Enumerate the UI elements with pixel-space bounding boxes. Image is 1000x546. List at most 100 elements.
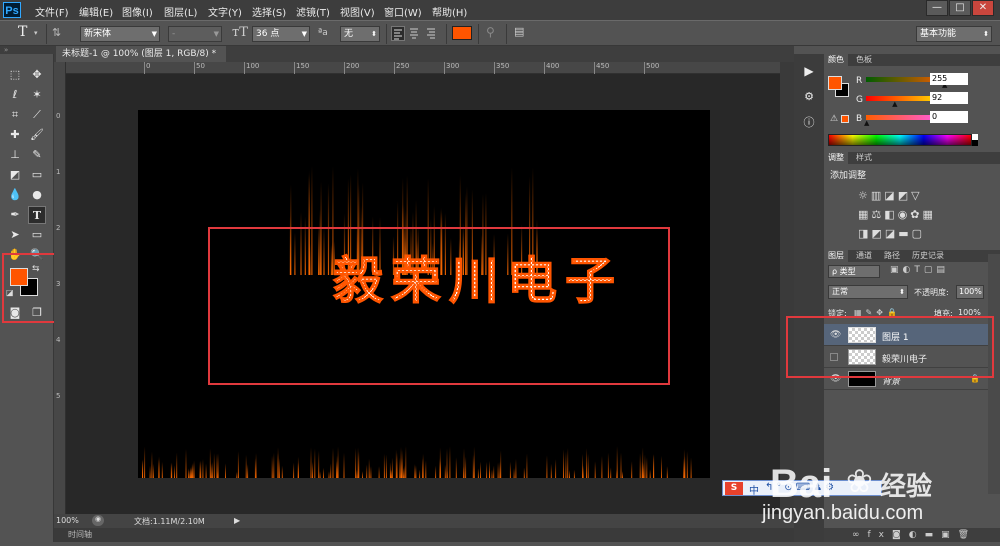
orientation-toggle-icon[interactable]: ⇅ <box>52 26 61 39</box>
document-tab[interactable]: 未标题-1 @ 100% (图层 1, RGB/8) * × <box>56 46 226 75</box>
text-color-swatch[interactable] <box>452 26 472 40</box>
color-spectrum-ramp[interactable] <box>828 134 972 146</box>
channel-slider-knob[interactable]: ▲ <box>892 101 897 108</box>
blur-tool-icon[interactable]: 💧 <box>6 186 24 204</box>
menu-view[interactable]: 视图(V) <box>340 4 375 19</box>
menu-image[interactable]: 图像(I) <box>122 4 153 19</box>
gamut-warning-icon[interactable]: ⚠ <box>830 114 838 124</box>
channel-value-g[interactable]: 92 <box>930 92 968 104</box>
foreground-color-swatch[interactable] <box>10 268 28 286</box>
maximize-button[interactable]: □ <box>949 0 971 16</box>
properties-icon[interactable]: ⚙ <box>798 90 820 108</box>
font-family-select[interactable]: 新宋体 ▼ <box>80 26 160 42</box>
eraser-icon[interactable]: ◩ <box>6 166 24 184</box>
channel-slider-knob[interactable]: ▲ <box>864 120 869 127</box>
selective-color-icon[interactable]: ▢ <box>912 227 925 240</box>
eyedropper-icon[interactable]: ⟋ <box>28 106 46 124</box>
new-layer-icon[interactable]: ▣ <box>941 530 958 540</box>
tool-preset-chevron-icon[interactable]: ▾ <box>34 29 38 37</box>
black-white-icon[interactable]: ◧ <box>884 208 897 221</box>
tab-styles[interactable]: 样式 <box>852 152 876 164</box>
channel-value-r[interactable]: 255 <box>930 73 968 85</box>
tab-adjustments[interactable]: 调整 <box>824 152 848 164</box>
menu-type[interactable]: 文字(Y) <box>208 4 242 19</box>
posterize-icon[interactable]: ◩ <box>871 227 884 240</box>
dodge-tool-icon[interactable]: ● <box>28 186 46 204</box>
ime-mode[interactable]: 中 <box>749 482 759 497</box>
align-right-button[interactable] <box>425 26 439 41</box>
spectrum-black[interactable] <box>972 140 978 146</box>
curves-icon[interactable]: ◪ <box>884 189 897 202</box>
clone-stamp-icon[interactable]: ⊥ <box>6 146 24 164</box>
brush-tool-icon[interactable]: 🖌 <box>28 126 46 144</box>
menu-help[interactable]: 帮助(H) <box>432 4 467 19</box>
play-action-icon[interactable]: ▶ <box>798 64 820 82</box>
vibrance-icon[interactable]: ▽ <box>911 189 922 202</box>
gamut-color-swatch[interactable] <box>841 115 849 123</box>
shape-tool-icon[interactable]: ▭ <box>28 226 46 244</box>
font-size-select[interactable]: 36 点 ▼ <box>252 26 310 42</box>
folder-icon[interactable]: ▬ <box>925 530 942 540</box>
color-lookup-icon[interactable]: ▦ <box>923 208 936 221</box>
tab-color[interactable]: 颜色 <box>824 54 848 66</box>
warp-text-icon[interactable]: ⚲ <box>486 25 495 39</box>
status-menu-arrow-icon[interactable]: ▶ <box>234 516 240 525</box>
minimize-button[interactable]: — <box>926 0 948 16</box>
opacity-input[interactable]: 100% <box>956 285 984 299</box>
antialias-select[interactable]: 无 ⬍ <box>340 26 380 42</box>
gradient-map-icon[interactable]: ▬ <box>898 227 911 240</box>
align-center-button[interactable] <box>408 26 422 41</box>
path-selection-icon[interactable]: ➤ <box>6 226 24 244</box>
type-tool-button-icon[interactable]: T <box>28 206 46 224</box>
close-window-button[interactable]: ✕ <box>972 0 994 16</box>
channel-mixer-icon[interactable]: ✿ <box>910 208 922 221</box>
invert-icon[interactable]: ◨ <box>858 227 871 240</box>
mask-icon[interactable]: ◙ <box>892 530 909 540</box>
color-fg-swatch[interactable] <box>828 76 842 90</box>
info-icon[interactable]: ⓘ <box>798 114 820 132</box>
channel-value-b[interactable]: 0 <box>930 111 968 123</box>
brightness-icon[interactable]: ☼ <box>858 189 871 202</box>
status-info-icon[interactable]: ◉ <box>92 515 104 526</box>
link-icon[interactable]: ∞ <box>852 530 868 540</box>
vertical-scrollbar[interactable] <box>780 62 794 514</box>
adjustment-icon[interactable]: ◐ <box>909 530 925 540</box>
hue-saturation-icon[interactable]: ▦ <box>858 208 871 221</box>
move-tool-icon[interactable]: ✥ <box>28 66 46 84</box>
font-style-select[interactable]: - ▼ <box>168 26 222 42</box>
tab-history[interactable]: 历史记录 <box>908 250 948 262</box>
pen-tool-icon[interactable]: ✒ <box>6 206 24 224</box>
layer-filter-select[interactable]: ρ 类型 <box>828 265 880 278</box>
timeline-panel-tab[interactable]: 时间轴 <box>54 528 794 542</box>
magic-wand-icon[interactable]: ✶ <box>28 86 46 104</box>
photo-filter-icon[interactable]: ◉ <box>898 208 911 221</box>
zoom-level[interactable]: 100% <box>56 516 79 525</box>
blend-mode-select[interactable]: 正常 ⬍ <box>828 285 908 299</box>
type-tool-icon[interactable]: T <box>18 24 27 40</box>
align-left-button[interactable] <box>391 26 405 41</box>
menu-select[interactable]: 选择(S) <box>252 4 286 19</box>
marquee-tool-icon[interactable]: ⬚ <box>6 66 24 84</box>
history-brush-icon[interactable]: ✎ <box>28 146 46 164</box>
healing-brush-icon[interactable]: ✚ <box>6 126 24 144</box>
menu-window[interactable]: 窗口(W) <box>384 4 422 19</box>
lasso-tool-icon[interactable]: ℓ <box>6 86 24 104</box>
layer-filter-icons[interactable]: ▣◐T▢▤ <box>890 265 949 275</box>
menu-layer[interactable]: 图层(L) <box>164 4 197 19</box>
trash-icon[interactable]: 🗑 <box>958 530 977 540</box>
exposure-icon[interactable]: ◩ <box>898 189 911 202</box>
tab-channels[interactable]: 通道 <box>852 250 876 262</box>
color-balance-icon[interactable]: ⚖ <box>871 208 884 221</box>
toolbox-header[interactable]: » <box>0 46 54 54</box>
tab-layers[interactable]: 图层 <box>824 250 848 262</box>
menu-filter[interactable]: 滤镜(T) <box>296 4 330 19</box>
fx-icon[interactable]: fx <box>868 530 893 540</box>
workspace-select[interactable]: 基本功能 ⬍ <box>916 26 992 42</box>
crop-tool-icon[interactable]: ⌗ <box>6 106 24 124</box>
tab-swatches[interactable]: 色板 <box>852 54 876 66</box>
menu-file[interactable]: 文件(F) <box>35 4 69 19</box>
tab-paths[interactable]: 路径 <box>880 250 904 262</box>
threshold-icon[interactable]: ◪ <box>885 227 898 240</box>
character-panel-icon[interactable]: ▤ <box>514 25 524 38</box>
gradient-tool-icon[interactable]: ▭ <box>28 166 46 184</box>
